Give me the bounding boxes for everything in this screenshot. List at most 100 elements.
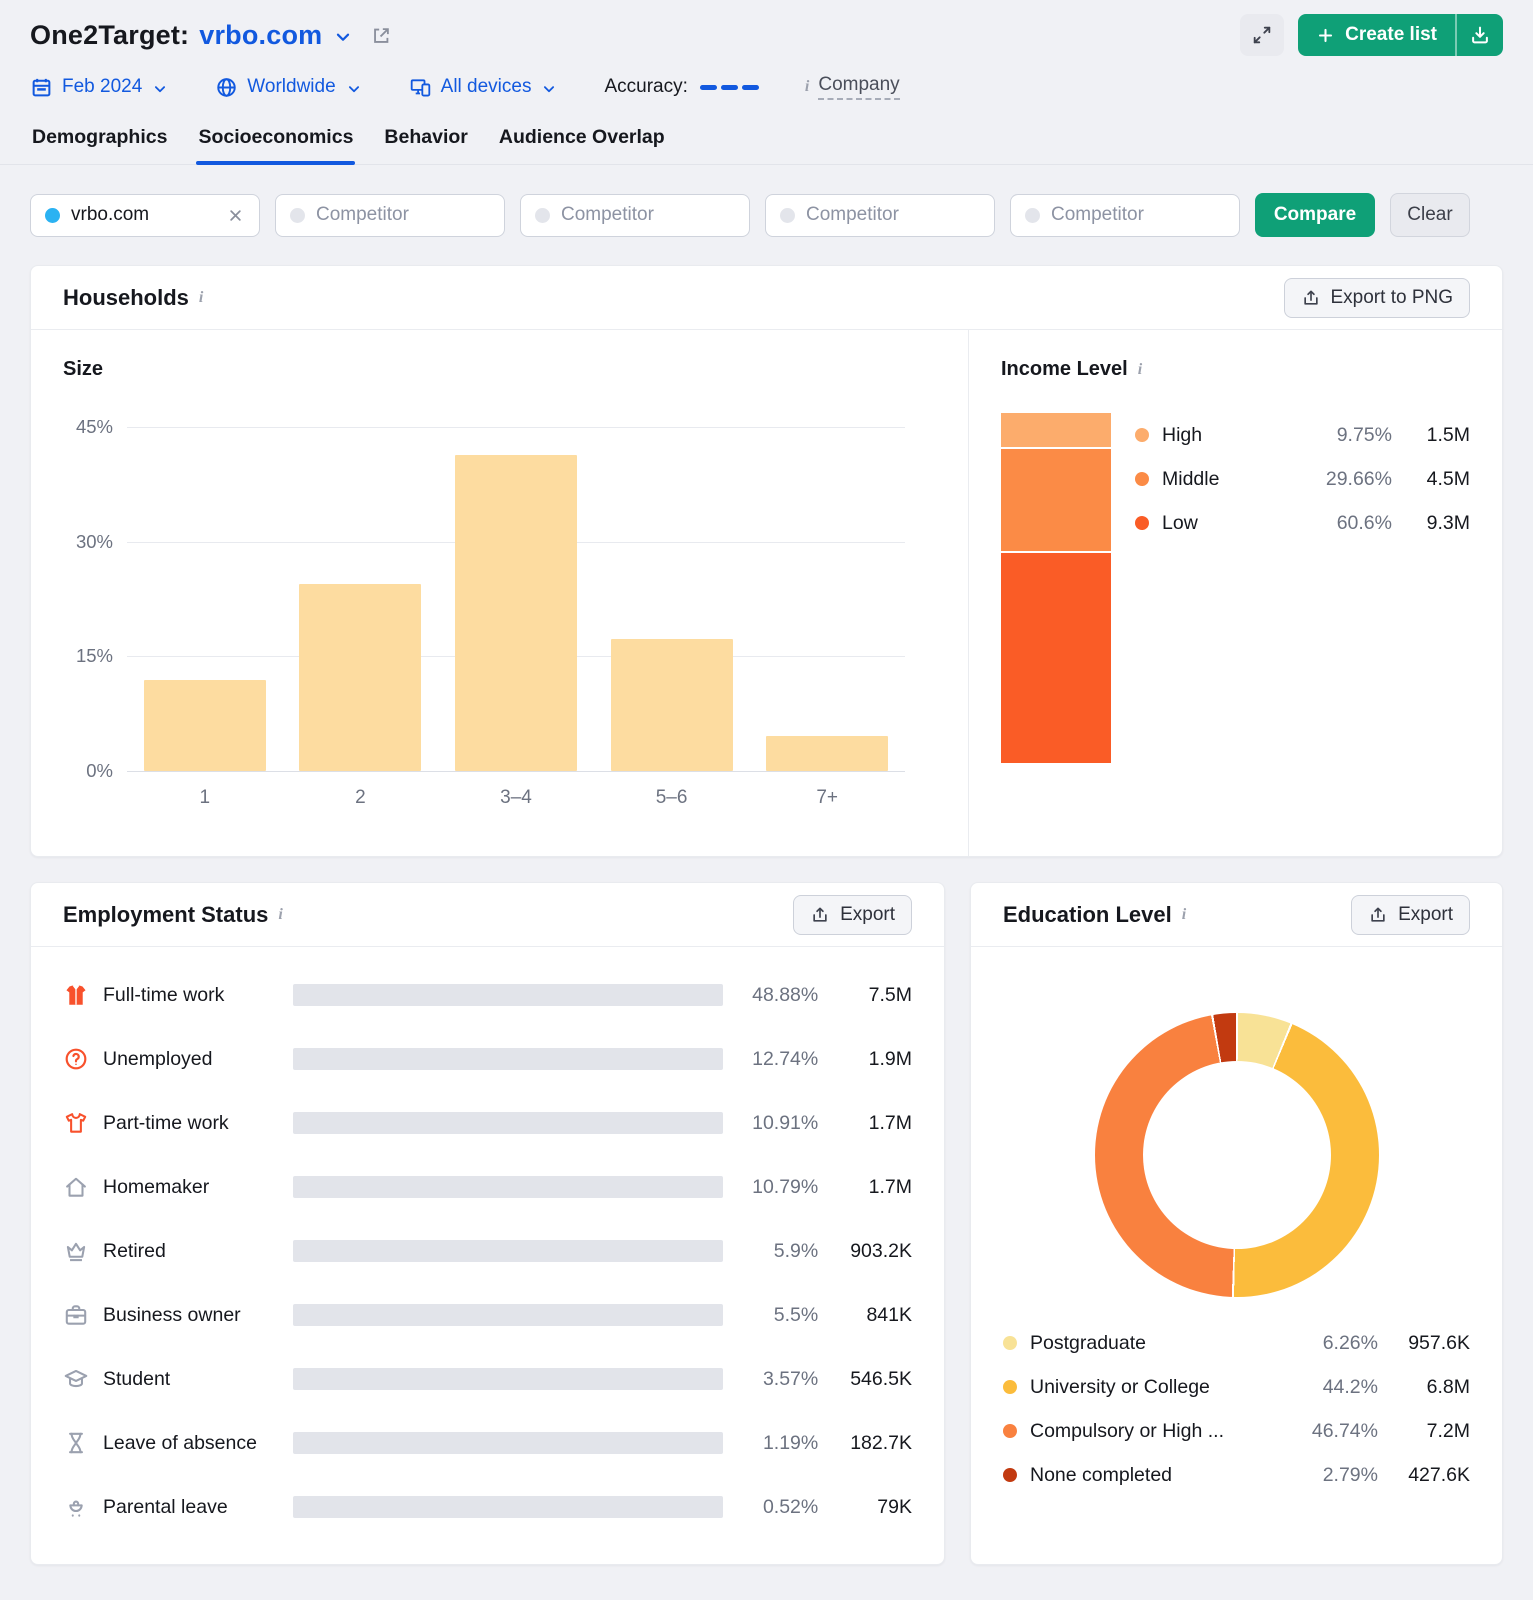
fulltime-jacket-icon bbox=[63, 982, 89, 1008]
date-label: Feb 2024 bbox=[62, 76, 143, 97]
tab-behavior[interactable]: Behavior bbox=[382, 122, 469, 164]
download-button[interactable] bbox=[1457, 14, 1503, 56]
employment-value: 79K bbox=[877, 1495, 912, 1518]
chevron-down-icon[interactable] bbox=[332, 26, 354, 48]
income-legend-row-high: High 9.75% 1.5M bbox=[1135, 413, 1470, 457]
selected-domain-chip[interactable]: vrbo.com bbox=[30, 193, 260, 237]
competitor-placeholder: Competitor bbox=[1051, 204, 1144, 225]
employment-header: Employment Status i Export bbox=[31, 883, 944, 947]
devices-selector[interactable]: All devices bbox=[409, 76, 559, 99]
tab-demographics[interactable]: Demographics bbox=[30, 122, 169, 164]
employment-export-label: Export bbox=[840, 903, 895, 925]
education-header: Education Level i Export bbox=[971, 883, 1502, 947]
households-card: Households i Export to PNG Size 45% 30% 15… bbox=[30, 265, 1503, 857]
legend-dot bbox=[1135, 472, 1149, 486]
tab-audience-overlap[interactable]: Audience Overlap bbox=[497, 122, 667, 164]
leave-hourglass-icon bbox=[63, 1430, 89, 1456]
clear-button[interactable]: Clear bbox=[1390, 193, 1470, 237]
employment-label: Homemaker bbox=[103, 1175, 210, 1198]
income-legend: High 9.75% 1.5M Middle 29.66% 4.5M Low 6… bbox=[1135, 413, 1470, 763]
size-bar bbox=[454, 454, 577, 771]
plus-icon bbox=[1316, 26, 1335, 45]
legend-label: Postgraduate bbox=[1030, 1331, 1147, 1354]
competitor-input[interactable]: Competitor bbox=[1010, 193, 1240, 237]
education-title: Education Level bbox=[1003, 901, 1172, 927]
education-legend-row-none-completed: None completed 2.79% 427.6K bbox=[1003, 1453, 1470, 1497]
employment-label: Student bbox=[103, 1367, 171, 1390]
tabs: Demographics Socioeconomics Behavior Audien… bbox=[0, 122, 1533, 165]
employment-bar-track bbox=[292, 1176, 724, 1198]
competitor-input[interactable]: Competitor bbox=[765, 193, 995, 237]
homemaker-house-icon bbox=[63, 1174, 89, 1200]
employment-percent: 5.5% bbox=[773, 1303, 819, 1326]
employment-percent: 10.91% bbox=[752, 1111, 819, 1134]
company-link[interactable]: i Company bbox=[805, 74, 900, 100]
info-icon[interactable]: i bbox=[278, 906, 282, 924]
y-tick-label: 45% bbox=[75, 416, 113, 437]
close-icon[interactable] bbox=[226, 206, 245, 225]
create-list-button[interactable]: Create list bbox=[1298, 14, 1457, 56]
employment-bar-track bbox=[292, 1112, 724, 1134]
size-bar bbox=[766, 735, 889, 771]
employment-percent: 10.79% bbox=[752, 1175, 819, 1198]
income-segment-high bbox=[1001, 413, 1111, 447]
export-icon bbox=[1368, 905, 1388, 925]
region-selector[interactable]: Worldwide bbox=[215, 76, 362, 99]
legend-dot bbox=[1135, 516, 1149, 530]
legend-label: None completed bbox=[1030, 1463, 1173, 1486]
competitor-input[interactable]: Competitor bbox=[520, 193, 750, 237]
employment-value: 1.7M bbox=[868, 1175, 912, 1198]
legend-dot bbox=[1003, 1424, 1017, 1438]
company-label: Company bbox=[818, 74, 900, 100]
expand-button[interactable] bbox=[1240, 14, 1285, 56]
legend-percent: 9.75% bbox=[1336, 423, 1392, 446]
create-list-label: Create list bbox=[1345, 24, 1437, 45]
accuracy-dash bbox=[720, 84, 738, 90]
competitor-dot bbox=[1025, 207, 1040, 223]
page-title-domain[interactable]: vrbo.com bbox=[199, 20, 322, 51]
competitor-dot bbox=[780, 207, 795, 223]
employment-row-leave-of-absence: Leave of absence 1.19% 182.7K bbox=[63, 1411, 912, 1475]
employment-label: Business owner bbox=[103, 1303, 241, 1326]
external-link-icon[interactable] bbox=[370, 25, 392, 47]
size-bar bbox=[299, 583, 422, 771]
competitor-input[interactable]: Competitor bbox=[275, 193, 505, 237]
x-tick-label: 5–6 bbox=[655, 787, 688, 808]
employment-row-full-time-work: Full-time work 48.88% 7.5M bbox=[63, 963, 912, 1027]
education-export-button[interactable]: Export bbox=[1351, 894, 1470, 935]
export-icon bbox=[810, 905, 830, 925]
employment-percent: 3.57% bbox=[762, 1367, 819, 1390]
size-bar-slot: 1 bbox=[127, 427, 283, 808]
retired-crown-icon bbox=[63, 1238, 89, 1264]
legend-label: University or College bbox=[1030, 1375, 1210, 1398]
competitor-placeholder: Competitor bbox=[806, 204, 899, 225]
date-selector[interactable]: Feb 2024 bbox=[30, 76, 169, 99]
export-to-png-button[interactable]: Export to PNG bbox=[1283, 277, 1470, 318]
y-tick-label: 15% bbox=[75, 645, 113, 667]
legend-value: 957.6K bbox=[1408, 1331, 1470, 1354]
bottom-row: Employment Status i Export Full-time wor… bbox=[30, 882, 1503, 1565]
employment-row-unemployed: Unemployed 12.74% 1.9M bbox=[63, 1027, 912, 1091]
employment-row-retired: Retired 5.9% 903.2K bbox=[63, 1219, 912, 1283]
info-icon[interactable]: i bbox=[199, 289, 203, 307]
competitor-dot bbox=[290, 207, 305, 223]
employment-row-parental-leave: Parental leave 0.52% 79K bbox=[63, 1475, 912, 1539]
info-icon[interactable]: i bbox=[1138, 361, 1142, 379]
education-donut-chart bbox=[1094, 1013, 1379, 1297]
employment-value: 903.2K bbox=[850, 1239, 912, 1262]
compare-button[interactable]: Compare bbox=[1255, 193, 1375, 237]
selected-domain-label: vrbo.com bbox=[71, 204, 150, 225]
x-tick-label: 3–4 bbox=[500, 787, 532, 808]
download-icon bbox=[1469, 24, 1491, 46]
employment-export-button[interactable]: Export bbox=[793, 894, 912, 935]
tab-socioeconomics[interactable]: Socioeconomics bbox=[196, 122, 356, 165]
income-segment-middle bbox=[1001, 448, 1111, 552]
employment-bar-track bbox=[292, 1304, 724, 1326]
income-title: Income Level i bbox=[1001, 358, 1143, 380]
devices-label: All devices bbox=[440, 76, 532, 97]
export-icon bbox=[1301, 288, 1321, 308]
page-title: One2Target: vrbo.com bbox=[30, 20, 392, 51]
info-icon[interactable]: i bbox=[1182, 906, 1186, 924]
legend-label: Compulsory or High ... bbox=[1030, 1419, 1224, 1442]
legend-label: Low bbox=[1162, 511, 1198, 534]
